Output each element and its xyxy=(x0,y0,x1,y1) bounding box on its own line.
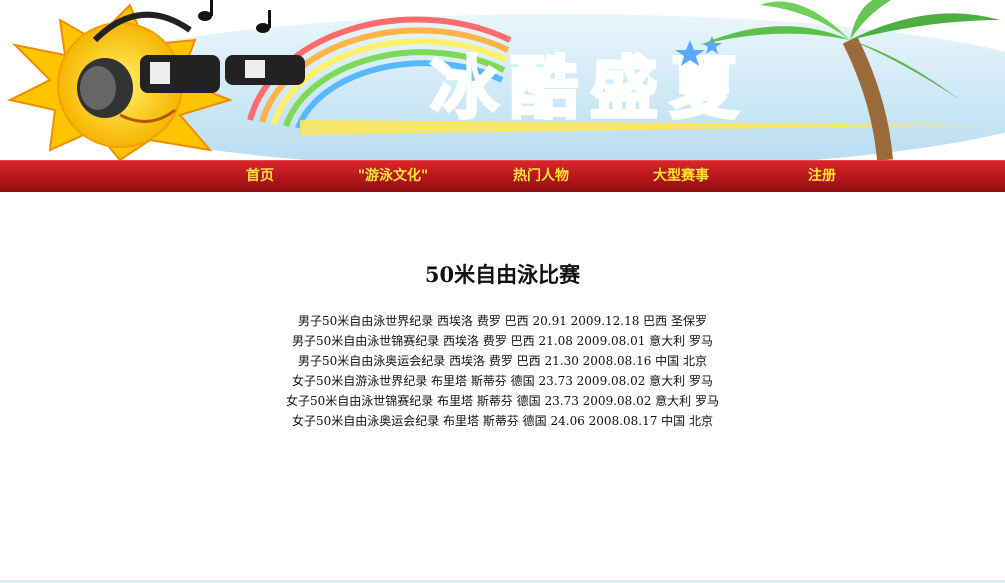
nav-major-events-link[interactable]: 大型赛事 xyxy=(653,161,709,192)
main-content: 50米自由泳比赛 男子50米自由泳世界纪录 西埃洛 费罗 巴西 20.91 20… xyxy=(0,255,1005,431)
record-line: 男子50米自由泳世界纪录 西埃洛 费罗 巴西 20.91 2009.12.18 … xyxy=(297,314,708,328)
record-line: 女子50米自由泳奥运会纪录 布里塔 斯蒂芬 德国 24.06 2008.08.1… xyxy=(291,414,714,428)
banner-illustration: 冰酷盛夏 xyxy=(0,0,1005,160)
record-line: 女子50米自游泳世界纪录 布里塔 斯蒂芬 德国 23.73 2009.08.02… xyxy=(291,374,714,388)
header-banner: 冰酷盛夏 xyxy=(0,0,1005,160)
record-line: 女子50米自由泳世锦赛纪录 布里塔 斯蒂芬 德国 23.73 2009.08.0… xyxy=(285,394,720,408)
records-list: 男子50米自由泳世界纪录 西埃洛 费罗 巴西 20.91 2009.12.18 … xyxy=(0,311,1005,431)
main-navigation: 首页 "游泳文化" 热门人物 大型赛事 注册 xyxy=(0,160,1005,192)
page-title: 50米自由泳比赛 xyxy=(424,262,581,287)
record-line: 男子50米自由泳世锦赛纪录 西埃洛 费罗 巴西 21.08 2009.08.01… xyxy=(291,334,714,348)
nav-register-link[interactable]: 注册 xyxy=(808,161,836,192)
nav-home-link[interactable]: 首页 xyxy=(246,161,274,192)
nav-swimming-culture-link[interactable]: "游泳文化" xyxy=(358,161,429,192)
nav-popular-people-link[interactable]: 热门人物 xyxy=(513,161,569,192)
record-line: 男子50米自由泳奥运会纪录 西埃洛 费罗 巴西 21.30 2008.08.16… xyxy=(297,354,708,368)
logo-text: 冰酷盛夏 xyxy=(430,50,750,129)
